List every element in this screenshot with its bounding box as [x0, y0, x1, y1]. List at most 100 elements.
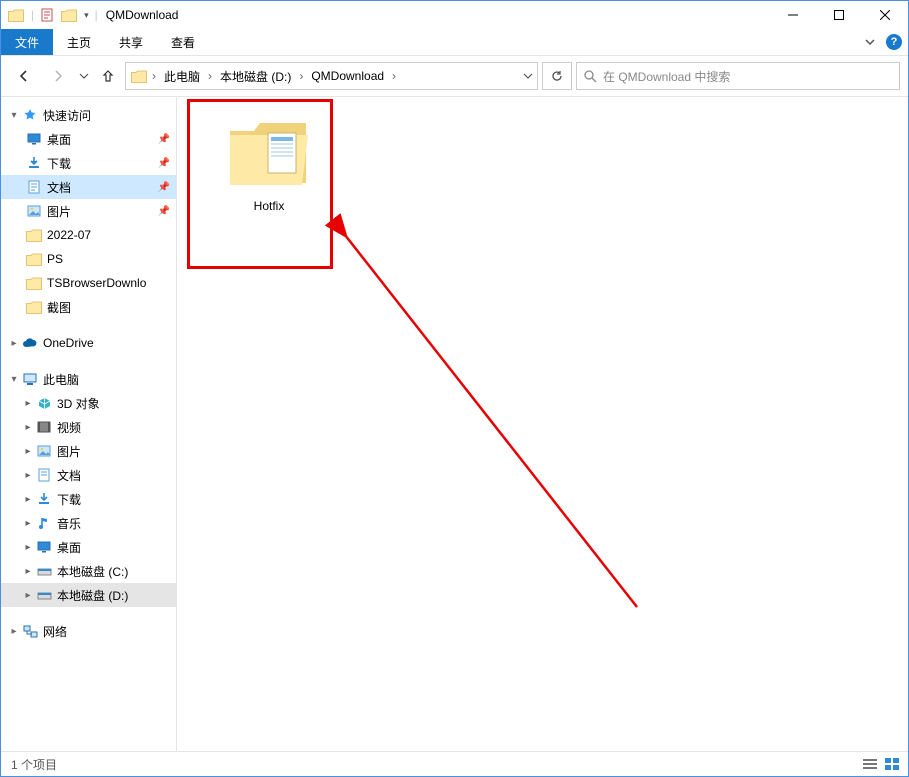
help-icon[interactable]: ?	[886, 34, 902, 50]
crumb-folder[interactable]: QMDownload	[307, 65, 388, 87]
qat-folder-icon[interactable]	[60, 9, 78, 22]
collapse-icon[interactable]: ▾	[7, 374, 21, 385]
tree-label: 截图	[43, 299, 176, 316]
tree-shots[interactable]: 截图	[1, 295, 176, 319]
tree-desktop[interactable]: 桌面 📌	[1, 127, 176, 151]
pin-icon: 📌	[158, 134, 170, 145]
crumb-label: 此电脑	[164, 68, 200, 85]
tree-this-pc[interactable]: ▾ 此电脑	[1, 367, 176, 391]
tree-drive-c[interactable]: ▸ 本地磁盘 (C:)	[1, 559, 176, 583]
address-bar[interactable]: › 此电脑 › 本地磁盘 (D:) › QMDownload ›	[125, 62, 538, 90]
tree-month[interactable]: 2022-07	[1, 223, 176, 247]
expand-icon[interactable]: ▸	[7, 338, 21, 349]
download-icon	[25, 156, 43, 170]
navbar: › 此电脑 › 本地磁盘 (D:) › QMDownload › 在 QMDow…	[1, 56, 908, 97]
chevron-right-icon[interactable]: ›	[206, 69, 214, 83]
details-view-icon[interactable]	[862, 757, 878, 771]
tree-quick-access[interactable]: ▾ 快速访问	[1, 103, 176, 127]
titlebar: | ▾ | QMDownload	[1, 1, 908, 29]
expand-icon[interactable]: ▸	[21, 566, 35, 577]
expand-icon[interactable]: ▸	[21, 398, 35, 409]
app-folder-icon	[7, 9, 25, 22]
tree-network[interactable]: ▸ 网络	[1, 619, 176, 643]
expand-icon[interactable]: ▸	[21, 590, 35, 601]
ribbon-expand-icon[interactable]	[864, 36, 876, 48]
tree-label: 下载	[53, 491, 176, 508]
folder-large-icon	[224, 113, 314, 193]
content-area[interactable]: Hotfix	[177, 97, 908, 751]
expand-icon[interactable]: ▸	[7, 626, 21, 637]
qat-properties-icon[interactable]	[40, 8, 54, 22]
expand-icon[interactable]: ▸	[21, 542, 35, 553]
tree-onedrive[interactable]: ▸ OneDrive	[1, 331, 176, 355]
tab-view[interactable]: 查看	[157, 29, 209, 55]
folder-icon	[25, 301, 43, 314]
tree-videos[interactable]: ▸ 视频	[1, 415, 176, 439]
forward-button[interactable]	[43, 61, 73, 91]
tree-3d[interactable]: ▸ 3D 对象	[1, 391, 176, 415]
tree-label: 文档	[43, 179, 176, 196]
crumb-label: 本地磁盘 (D:)	[220, 68, 291, 85]
tree-label: 此电脑	[39, 371, 176, 388]
tree-label: 网络	[39, 623, 176, 640]
tree-music[interactable]: ▸ 音乐	[1, 511, 176, 535]
tab-home[interactable]: 主页	[53, 29, 105, 55]
tree-drive-d[interactable]: ▸ 本地磁盘 (D:)	[1, 583, 176, 607]
cube-icon	[35, 397, 53, 410]
collapse-icon[interactable]: ▾	[7, 110, 21, 121]
crumb-this-pc[interactable]: 此电脑	[160, 65, 204, 87]
folder-label: Hotfix	[254, 199, 285, 213]
search-icon	[583, 69, 597, 83]
refresh-button[interactable]	[542, 62, 572, 90]
icons-view-icon[interactable]	[884, 757, 900, 771]
tab-share[interactable]: 共享	[105, 29, 157, 55]
qat-chevron-icon[interactable]: ▾	[84, 10, 89, 21]
drive-icon	[35, 590, 53, 601]
tree-pictures[interactable]: 图片 📌	[1, 199, 176, 223]
expand-icon[interactable]: ▸	[21, 518, 35, 529]
status-count: 1 个项目	[11, 756, 57, 773]
crumb-drive[interactable]: 本地磁盘 (D:)	[216, 65, 295, 87]
address-dropdown-icon[interactable]	[523, 71, 533, 81]
folder-hotfix[interactable]: Hotfix	[209, 113, 329, 213]
close-button[interactable]	[862, 1, 908, 29]
tree-pictures2[interactable]: ▸ 图片	[1, 439, 176, 463]
tab-file[interactable]: 文件	[1, 29, 53, 55]
expand-icon[interactable]: ▸	[21, 494, 35, 505]
tree-documents2[interactable]: ▸ 文档	[1, 463, 176, 487]
tree-label: 桌面	[53, 539, 176, 556]
tree-label: 图片	[53, 443, 176, 460]
up-button[interactable]	[95, 63, 121, 89]
expand-icon[interactable]: ▸	[21, 470, 35, 481]
chevron-right-icon[interactable]: ›	[390, 69, 398, 83]
back-button[interactable]	[9, 61, 39, 91]
body: ▾ 快速访问 桌面 📌 下载 📌 文档 📌 图片	[1, 97, 908, 751]
minimize-button[interactable]	[770, 1, 816, 29]
tree-downloads[interactable]: 下载 📌	[1, 151, 176, 175]
maximize-button[interactable]	[816, 1, 862, 29]
tree-downloads2[interactable]: ▸ 下载	[1, 487, 176, 511]
chevron-right-icon[interactable]: ›	[297, 69, 305, 83]
tree-label: 文档	[53, 467, 176, 484]
expand-icon[interactable]: ▸	[21, 422, 35, 433]
menubar: 文件 主页 共享 查看 ?	[1, 29, 908, 56]
tree-documents[interactable]: 文档 📌	[1, 175, 176, 199]
document-icon	[35, 468, 53, 482]
tree-label: 本地磁盘 (C:)	[53, 563, 176, 580]
tree-label: OneDrive	[39, 336, 176, 350]
drive-icon	[35, 566, 53, 577]
tree-label: 2022-07	[43, 228, 176, 242]
cloud-icon	[21, 338, 39, 349]
chevron-right-icon[interactable]: ›	[150, 69, 158, 83]
picture-icon	[35, 445, 53, 457]
tree-desktop2[interactable]: ▸ 桌面	[1, 535, 176, 559]
search-input[interactable]: 在 QMDownload 中搜索	[576, 62, 900, 90]
tree-tsbrowser[interactable]: TSBrowserDownlo	[1, 271, 176, 295]
tree-label: 下载	[43, 155, 176, 172]
tree-ps[interactable]: PS	[1, 247, 176, 271]
recent-dropdown-icon[interactable]	[77, 61, 91, 91]
expand-icon[interactable]: ▸	[21, 446, 35, 457]
video-icon	[35, 421, 53, 433]
address-folder-icon	[130, 70, 148, 83]
statusbar: 1 个项目	[1, 751, 908, 776]
